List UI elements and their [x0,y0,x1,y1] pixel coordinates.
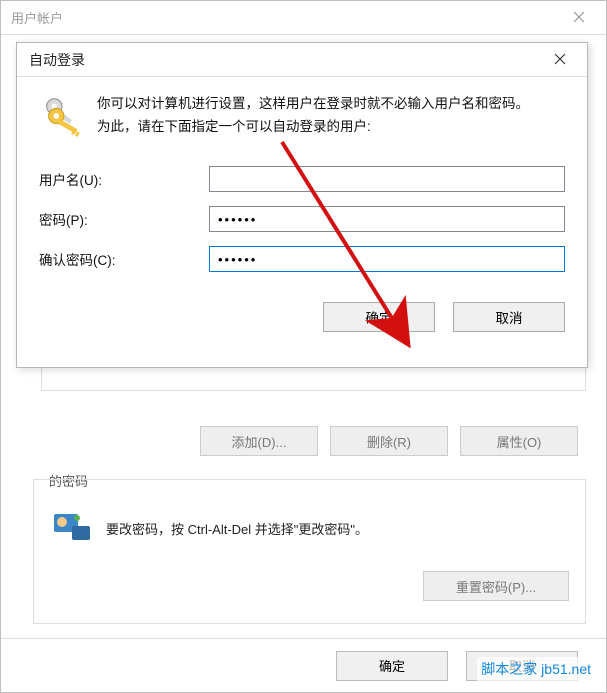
properties-button[interactable]: 属性(O) [460,426,578,456]
parent-titlebar: 用户帐户 [1,1,606,35]
bg-user-buttons-row: 添加(D)... 删除(R) 属性(O) [200,426,578,456]
add-user-label: 添加(D)... [232,432,287,451]
modal-message-line1: 你可以对计算机进行设置，这样用户在登录时就不必输入用户名和密码。 [97,96,529,111]
reset-password-label: 重置密码(P)... [456,577,536,596]
close-icon [554,52,566,68]
modal-cancel-button[interactable]: 取消 [453,302,565,332]
parent-title: 用户帐户 [11,8,63,27]
properties-label: 属性(O) [497,432,542,451]
password-label: 密码(P): [39,209,209,229]
modal-cancel-label: 取消 [496,307,523,327]
modal-ok-button[interactable]: 确定 [323,302,435,332]
parent-ok-label: 确定 [379,656,405,675]
modal-titlebar: 自动登录 [17,43,587,77]
username-label: 用户名(U): [39,169,209,189]
close-icon [573,10,585,26]
modal-ok-label: 确定 [366,307,393,327]
parent-close-button[interactable] [556,2,602,34]
confirm-password-input[interactable] [209,246,565,272]
modal-title: 自动登录 [29,50,85,70]
remove-user-button[interactable]: 删除(R) [330,426,448,456]
modal-close-button[interactable] [537,45,583,75]
watermark: 脚本之家 jb51.net [477,657,595,681]
parent-ok-button[interactable]: 确定 [336,651,448,681]
password-input[interactable] [209,206,565,232]
modal-message-line2: 为此，请在下面指定一个可以自动登录的用户: [97,119,371,134]
keys-icon [39,93,85,144]
password-group: 要改密码，按 Ctrl-Alt-Del 并选择"更改密码"。 重置密码(P)..… [33,479,586,624]
reset-password-button[interactable]: 重置密码(P)... [423,571,569,601]
username-input[interactable] [209,166,565,192]
modal-message: 你可以对计算机进行设置，这样用户在登录时就不必输入用户名和密码。 为此，请在下面… [97,93,529,139]
auto-logon-dialog: 自动登录 你可以对计算机进行设 [16,42,588,368]
remove-user-label: 删除(R) [367,432,411,451]
confirm-password-label: 确认密码(C): [39,249,209,269]
user-avatar-icon [50,508,90,549]
add-user-button[interactable]: 添加(D)... [200,426,318,456]
password-instruction-text: 要改密码，按 Ctrl-Alt-Del 并选择"更改密码"。 [106,519,368,538]
